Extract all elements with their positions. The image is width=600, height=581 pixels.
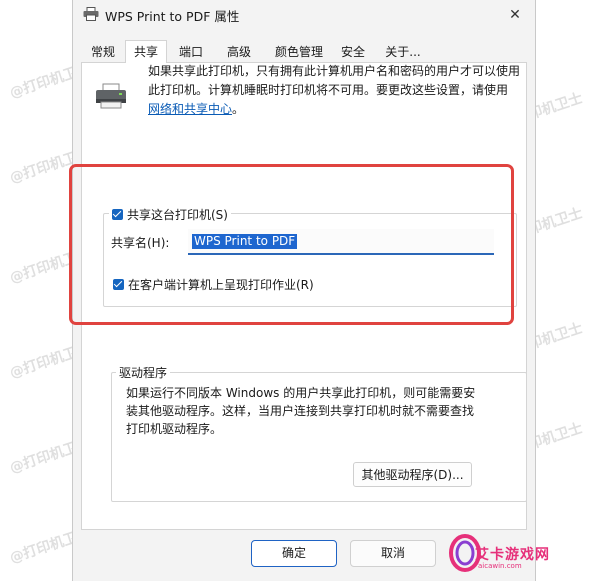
tab-sharing[interactable]: 共享 <box>125 40 167 63</box>
render-jobs-checkbox[interactable]: 在客户端计算机上呈现打印作业(R) <box>113 276 314 293</box>
site-logo-subtext: aicawin.com <box>478 562 522 570</box>
share-name-input[interactable]: WPS Print to PDF <box>188 229 494 255</box>
tab-about[interactable]: 关于... <box>379 42 427 62</box>
sharing-description: 如果共享此打印机，只有拥有此计算机用户名和密码的用户才可以使用此打印机。计算机睡… <box>148 62 520 119</box>
ok-button[interactable]: 确定 <box>251 540 337 567</box>
site-logo-text: 艾卡游戏网 <box>475 547 550 563</box>
title-bar: WPS Print to PDF 属性 ✕ <box>73 0 535 30</box>
tab-strip: 常规 共享 端口 高级 颜色管理 安全 关于... <box>81 40 527 63</box>
printer-icon <box>96 83 126 109</box>
share-name-value: WPS Print to PDF <box>192 234 298 249</box>
cancel-button[interactable]: 取消 <box>350 540 436 567</box>
tab-ports[interactable]: 端口 <box>173 42 209 62</box>
tab-advanced[interactable]: 高级 <box>221 42 257 62</box>
share-printer-checkbox[interactable]: 共享这台打印机(S) <box>109 206 231 223</box>
network-sharing-center-link[interactable]: 网络和共享中心 <box>148 102 232 116</box>
sharing-description-text: 如果共享此打印机，只有拥有此计算机用户名和密码的用户才可以使用此打印机。计算机睡… <box>148 64 521 97</box>
render-jobs-label: 在客户端计算机上呈现打印作业(R) <box>128 278 314 292</box>
link-suffix: 。 <box>232 102 245 116</box>
tab-general[interactable]: 常规 <box>85 42 121 62</box>
close-button[interactable]: ✕ <box>503 4 527 26</box>
checkbox-checked-icon <box>112 209 123 220</box>
share-name-label: 共享名(H): <box>111 236 170 250</box>
tab-security[interactable]: 安全 <box>335 42 371 62</box>
drivers-description: 如果运行不同版本 Windows 的用户共享此打印机，则可能需要安装其他驱动程序… <box>126 386 476 436</box>
drivers-legend: 驱动程序 <box>116 364 171 381</box>
share-printer-label: 共享这台打印机(S) <box>127 208 228 222</box>
printer-icon <box>83 7 99 21</box>
dialog-title: WPS Print to PDF 属性 <box>105 9 240 24</box>
tab-color-management[interactable]: 颜色管理 <box>269 42 329 62</box>
checkbox-checked-icon <box>113 279 124 290</box>
additional-drivers-button[interactable]: 其他驱动程序(D)... <box>353 462 472 487</box>
